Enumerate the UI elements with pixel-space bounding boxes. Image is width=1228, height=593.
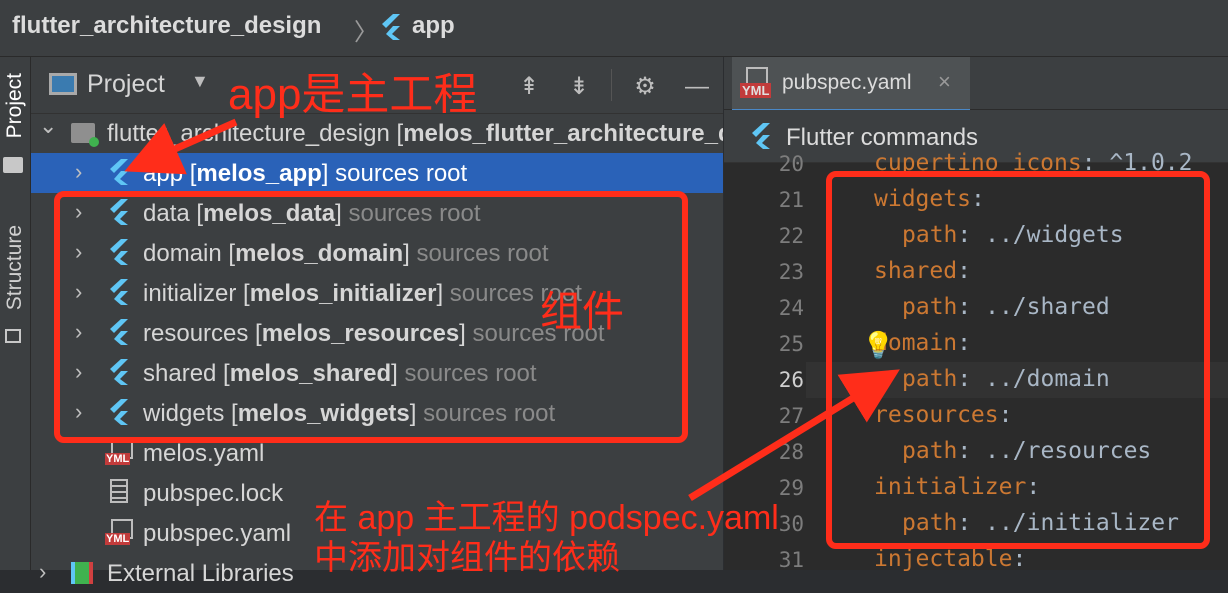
arrow-to-app	[124, 118, 238, 175]
arrow-to-dependencies	[688, 369, 900, 501]
annotation-arrows	[124, 118, 900, 501]
